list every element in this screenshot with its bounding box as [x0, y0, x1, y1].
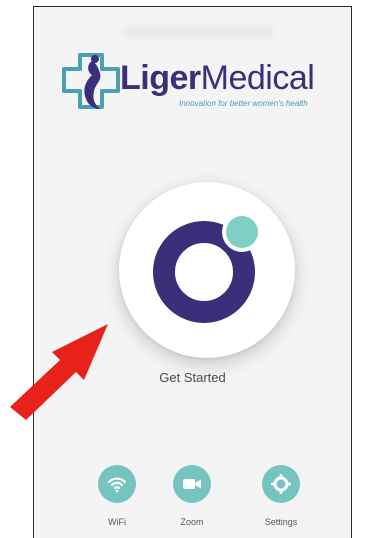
status-bar-blur	[124, 25, 274, 39]
wifi-button[interactable]	[98, 465, 136, 503]
nav-item-wifi[interactable]: WiFi	[77, 465, 157, 527]
liger-medical-logo: LigerMedical Innovation for better women…	[62, 47, 351, 117]
phone-screen: LigerMedical Innovation for better women…	[33, 6, 352, 538]
brand-tagline: Innovation for better women's health	[179, 99, 308, 108]
nav-label-zoom: Zoom	[180, 517, 204, 527]
app-logo-icon	[153, 212, 262, 323]
brand-name: LigerMedical	[120, 59, 315, 97]
nav-item-zoom[interactable]: Zoom	[152, 465, 232, 527]
brand-name-liger: Liger	[120, 59, 201, 97]
medical-cross-icon	[62, 53, 120, 109]
nav-label-wifi: WiFi	[108, 517, 126, 527]
gear-icon	[271, 474, 291, 494]
annotation-arrow-icon	[10, 324, 108, 420]
settings-button[interactable]	[262, 465, 300, 503]
video-camera-icon	[183, 479, 201, 489]
get-started-button[interactable]	[119, 182, 295, 358]
nav-item-settings[interactable]: Settings	[241, 465, 321, 527]
brand-name-medical: Medical	[200, 59, 315, 97]
nav-label-settings: Settings	[264, 517, 298, 527]
bottom-nav: WiFi Zoom Settings	[34, 465, 351, 538]
zoom-button[interactable]	[173, 465, 211, 503]
wifi-icon	[107, 477, 127, 493]
